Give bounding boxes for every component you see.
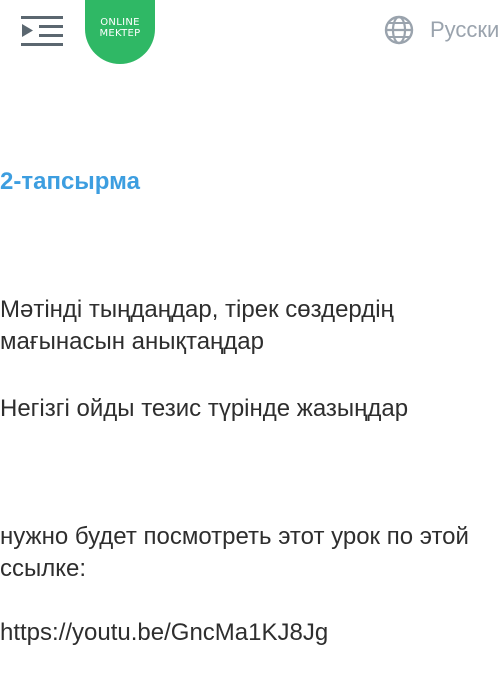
- menu-toggle-button[interactable]: [20, 13, 64, 47]
- top-bar: ONLINE MEKTEP Русский: [0, 0, 500, 64]
- logo-text-online: ONLINE: [100, 17, 140, 28]
- language-label: Русский: [430, 17, 500, 42]
- task-instruction-2: Негізгі ойды тезис түрінде жазыңдар: [0, 395, 409, 422]
- language-selector[interactable]: Русский: [384, 14, 500, 46]
- lesson-video-link[interactable]: https://youtu.be/GncMa1KJ8Jg: [0, 617, 328, 649]
- online-mektep-logo[interactable]: ONLINE MEKTEP: [85, 0, 155, 64]
- task-title: 2-тапсырма: [0, 168, 140, 195]
- task-instruction-1: Мәтінді тыңдаңдар, тірек сөздердің мағын…: [0, 296, 394, 355]
- logo-text-mektep: MEKTEP: [99, 28, 141, 39]
- globe-icon: [384, 15, 414, 45]
- lesson-note: нужно будет посмотреть этот урок по этой…: [0, 523, 469, 582]
- menu-collapse-icon: [21, 16, 63, 46]
